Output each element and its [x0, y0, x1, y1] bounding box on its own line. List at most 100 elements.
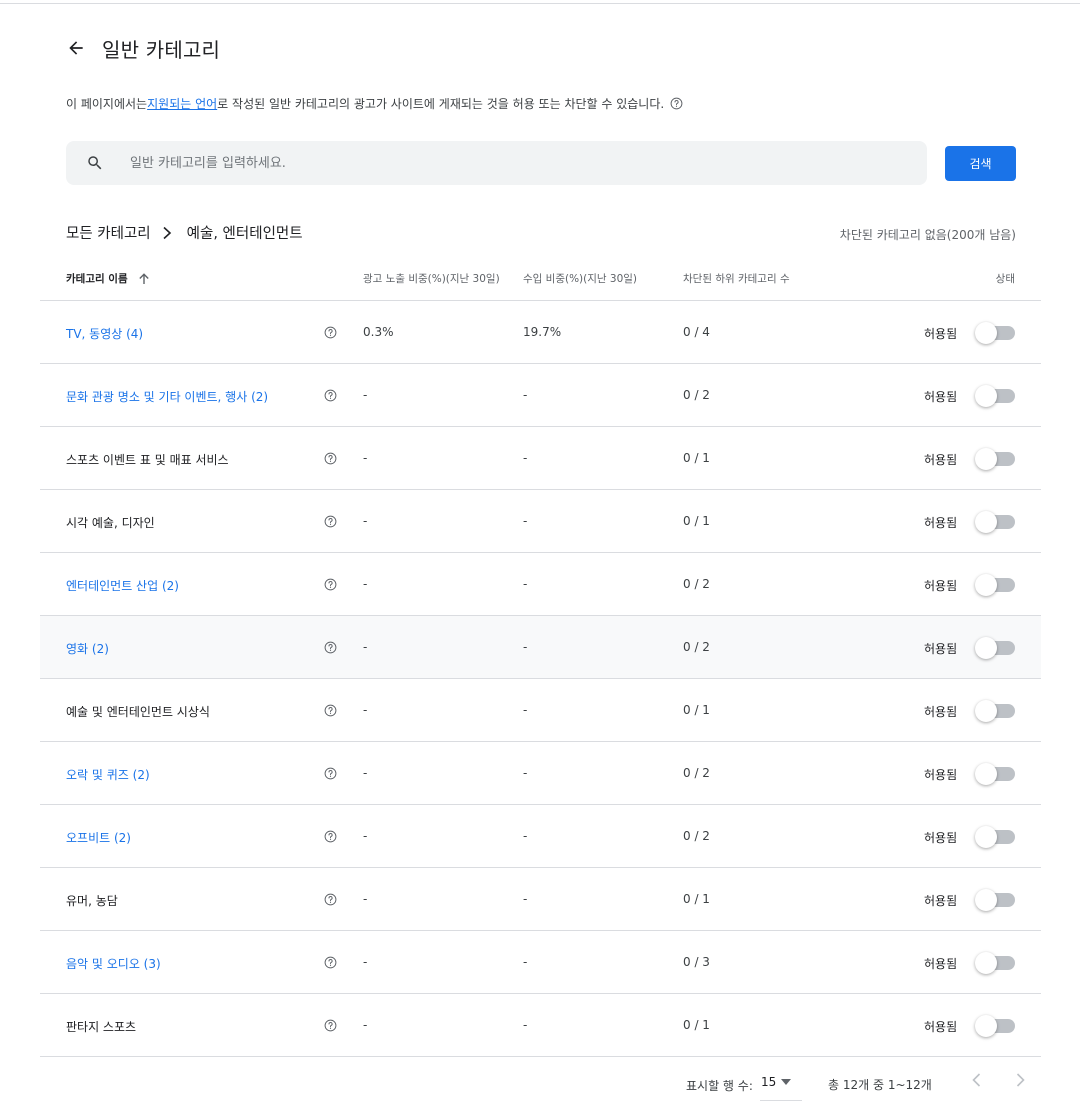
- category-name[interactable]: 음악 및 오디오 (3): [66, 955, 161, 972]
- back-arrow-icon[interactable]: [66, 38, 86, 58]
- blocked-summary: 차단된 카테고리 없음(200개 남음): [839, 228, 1016, 242]
- status-label: 허용됨: [924, 327, 958, 341]
- allow-toggle[interactable]: [975, 511, 1015, 533]
- help-icon[interactable]: [670, 97, 683, 110]
- breadcrumb: 모든 카테고리 예술, 엔터테인먼트: [66, 222, 303, 243]
- status-label: 허용됨: [924, 957, 958, 971]
- ad-share-value: -: [363, 514, 368, 528]
- table-body: TV, 동영상 (4) 0.3% 19.7% 0 / 4 허용됨 문화 관광 명소 및 기…: [40, 301, 1041, 1057]
- allow-toggle[interactable]: [975, 763, 1015, 785]
- table-row[interactable]: 문화 관광 명소 및 기타 이벤트, 행사 (2) - - 0 / 2 허용됨: [40, 364, 1041, 427]
- ad-share-value: 0.3%: [363, 325, 394, 339]
- blocked-subcategory-count: 0 / 3: [683, 955, 710, 969]
- blocked-subcategory-count: 0 / 2: [683, 829, 710, 843]
- status-label: 허용됨: [924, 1020, 958, 1034]
- category-name[interactable]: 문화 관광 명소 및 기타 이벤트, 행사 (2): [66, 388, 268, 405]
- table-row[interactable]: 판타지 스포츠 - - 0 / 1 허용됨: [40, 994, 1041, 1057]
- allow-toggle[interactable]: [975, 637, 1015, 659]
- rows-per-page-label: 표시할 행 수:: [686, 1079, 753, 1093]
- help-icon[interactable]: [324, 452, 337, 465]
- revenue-share-value: -: [523, 829, 528, 843]
- allow-toggle[interactable]: [975, 826, 1015, 848]
- category-name: 시각 예술, 디자인: [66, 516, 155, 530]
- toggle-thumb: [975, 700, 997, 722]
- table-header: 카테고리 이름 광고 노출 비중(%)(지난 30일) 수입 비중(%)(지난 …: [40, 258, 1041, 301]
- header-category-name[interactable]: 카테고리 이름: [66, 271, 150, 286]
- table-row[interactable]: 유머, 농담 - - 0 / 1 허용됨: [40, 868, 1041, 931]
- status-label: 허용됨: [924, 453, 958, 467]
- rows-per-page-select[interactable]: 15: [760, 1072, 802, 1101]
- allow-toggle[interactable]: [975, 448, 1015, 470]
- category-name: 스포츠 이벤트 표 및 매표 서비스: [66, 453, 229, 467]
- help-icon[interactable]: [324, 515, 337, 528]
- help-icon[interactable]: [324, 641, 337, 654]
- blocked-subcategory-count: 0 / 1: [683, 703, 710, 717]
- help-icon[interactable]: [324, 326, 337, 339]
- allow-toggle[interactable]: [975, 1015, 1015, 1037]
- allow-toggle[interactable]: [975, 952, 1015, 974]
- table-row[interactable]: 스포츠 이벤트 표 및 매표 서비스 - - 0 / 1 허용됨: [40, 427, 1041, 490]
- table-row[interactable]: 오락 및 퀴즈 (2) - - 0 / 2 허용됨: [40, 742, 1041, 805]
- search-button[interactable]: 검색: [945, 146, 1016, 181]
- chevron-left-icon[interactable]: [968, 1071, 986, 1089]
- category-search-input[interactable]: [128, 154, 892, 172]
- allow-toggle[interactable]: [975, 574, 1015, 596]
- table-row[interactable]: 예술 및 엔터테인먼트 시상식 - - 0 / 1 허용됨: [40, 679, 1041, 742]
- pagination: 표시할 행 수: 15 총 12개 중 1~12개: [0, 1066, 1080, 1102]
- revenue-share-value: -: [523, 955, 528, 969]
- ad-share-value: -: [363, 892, 368, 906]
- blocked-subcategory-count: 0 / 1: [683, 514, 710, 528]
- help-icon[interactable]: [324, 893, 337, 906]
- pagination-range: 총 12개 중 1~12개: [828, 1078, 932, 1092]
- header-blocked-subcategories: 차단된 하위 카테고리 수: [683, 273, 790, 285]
- revenue-share-value: 19.7%: [523, 325, 562, 339]
- toggle-thumb: [975, 826, 997, 848]
- category-name[interactable]: 오락 및 퀴즈 (2): [66, 766, 150, 783]
- help-icon[interactable]: [324, 704, 337, 717]
- toggle-thumb: [975, 574, 997, 596]
- status-label: 허용됨: [924, 390, 958, 404]
- allow-toggle[interactable]: [975, 322, 1015, 344]
- allow-toggle[interactable]: [975, 700, 1015, 722]
- category-name[interactable]: 엔터테인먼트 산업 (2): [66, 577, 179, 594]
- help-icon[interactable]: [324, 830, 337, 843]
- allow-toggle[interactable]: [975, 889, 1015, 911]
- toggle-thumb: [975, 889, 997, 911]
- table-row[interactable]: TV, 동영상 (4) 0.3% 19.7% 0 / 4 허용됨: [40, 301, 1041, 364]
- breadcrumb-all-categories[interactable]: 모든 카테고리: [66, 222, 151, 243]
- table-row[interactable]: 음악 및 오디오 (3) - - 0 / 3 허용됨: [40, 931, 1041, 994]
- chevron-right-icon[interactable]: [1011, 1071, 1029, 1089]
- rows-per-page-value: 15: [761, 1075, 777, 1089]
- toggle-thumb: [975, 763, 997, 785]
- table-row[interactable]: 엔터테인먼트 산업 (2) - - 0 / 2 허용됨: [40, 553, 1041, 616]
- help-icon[interactable]: [324, 956, 337, 969]
- table-row[interactable]: 영화 (2) - - 0 / 2 허용됨: [40, 616, 1041, 679]
- allow-toggle[interactable]: [975, 385, 1015, 407]
- revenue-share-value: -: [523, 1018, 528, 1032]
- supported-languages-link[interactable]: 지원되는 언어: [147, 95, 217, 112]
- toggle-thumb: [975, 1015, 997, 1037]
- sort-arrow-up-icon[interactable]: [138, 272, 150, 285]
- search-icon: [88, 156, 102, 170]
- table-row[interactable]: 오프비트 (2) - - 0 / 2 허용됨: [40, 805, 1041, 868]
- blocked-subcategory-count: 0 / 2: [683, 766, 710, 780]
- category-table: 카테고리 이름 광고 노출 비중(%)(지난 30일) 수입 비중(%)(지난 …: [40, 258, 1041, 1057]
- blocked-subcategory-count: 0 / 2: [683, 640, 710, 654]
- toggle-thumb: [975, 448, 997, 470]
- table-row[interactable]: 시각 예술, 디자인 - - 0 / 1 허용됨: [40, 490, 1041, 553]
- category-name[interactable]: TV, 동영상 (4): [66, 325, 143, 342]
- toggle-thumb: [975, 637, 997, 659]
- help-icon[interactable]: [324, 1019, 337, 1032]
- help-icon[interactable]: [324, 578, 337, 591]
- help-icon[interactable]: [324, 389, 337, 402]
- dropdown-arrow-icon: [781, 1079, 791, 1085]
- help-icon[interactable]: [324, 767, 337, 780]
- category-name[interactable]: 오프비트 (2): [66, 829, 131, 846]
- ad-share-value: -: [363, 1018, 368, 1032]
- page-description: 이 페이지에서는 지원되는 언어 로 작성된 일반 카테고리의 광고가 사이트에 …: [66, 95, 683, 112]
- category-name[interactable]: 영화 (2): [66, 640, 109, 657]
- blocked-subcategory-count: 0 / 4: [683, 325, 710, 339]
- breadcrumb-current: 예술, 엔터테인먼트: [186, 226, 303, 242]
- toggle-thumb: [975, 952, 997, 974]
- header-status: 상태: [995, 273, 1015, 285]
